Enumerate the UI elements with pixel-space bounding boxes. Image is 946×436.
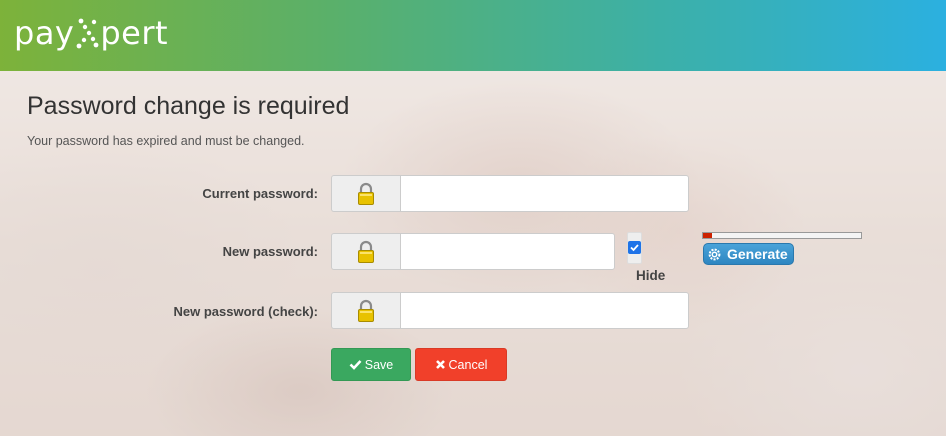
new-password-label: New password: bbox=[222, 244, 318, 259]
page-subtitle: Your password has expired and must be ch… bbox=[27, 134, 305, 148]
gear-icon bbox=[708, 248, 721, 260]
app-header: pay pert bbox=[0, 0, 946, 71]
new-password-check-input[interactable] bbox=[400, 292, 689, 329]
lock-icon bbox=[358, 299, 374, 322]
password-strength-fill bbox=[703, 233, 713, 238]
checkmark-icon bbox=[630, 244, 639, 252]
hide-label[interactable]: Hide bbox=[636, 268, 665, 283]
new-password-check-label: New password (check): bbox=[173, 304, 319, 319]
save-button[interactable]: Save bbox=[331, 348, 411, 381]
current-password-label: Current password: bbox=[202, 186, 318, 201]
current-password-input[interactable] bbox=[400, 175, 689, 212]
generate-button-label: Generate bbox=[727, 246, 788, 262]
new-password-addon bbox=[331, 233, 400, 270]
current-password-addon bbox=[331, 175, 400, 212]
hide-checkbox[interactable] bbox=[628, 241, 641, 254]
password-strength-meter bbox=[702, 232, 862, 239]
new-password-group bbox=[331, 233, 615, 270]
generate-button[interactable]: Generate bbox=[703, 243, 794, 265]
lock-icon bbox=[358, 240, 374, 263]
new-password-input[interactable] bbox=[400, 233, 615, 270]
check-icon bbox=[349, 359, 362, 370]
new-password-check-addon bbox=[331, 292, 400, 329]
page-title: Password change is required bbox=[27, 92, 350, 120]
current-password-group bbox=[331, 175, 689, 212]
new-password-check-group bbox=[331, 292, 689, 329]
logo-x-icon bbox=[76, 18, 99, 49]
logo-text-left: pay bbox=[14, 14, 75, 52]
close-icon bbox=[435, 359, 446, 370]
cancel-button[interactable]: Cancel bbox=[415, 348, 507, 381]
lock-icon bbox=[358, 182, 374, 205]
payxpert-logo[interactable]: pay pert bbox=[14, 10, 168, 56]
save-button-label: Save bbox=[364, 357, 394, 372]
cancel-button-label: Cancel bbox=[448, 357, 488, 372]
logo-text-right: pert bbox=[100, 14, 169, 52]
